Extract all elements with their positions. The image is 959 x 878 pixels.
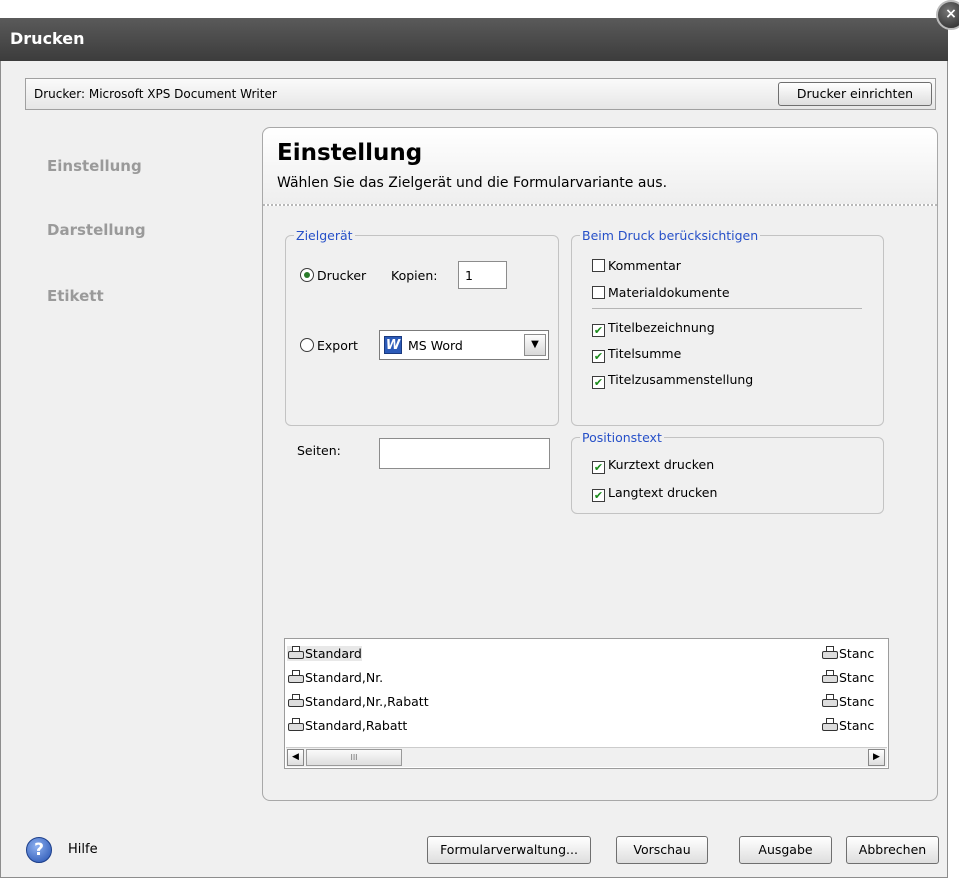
panel-header: Einstellung Wählen Sie das Zielgerät und… (263, 128, 937, 206)
printer-icon (821, 718, 839, 732)
export-radio[interactable]: Export (300, 338, 358, 353)
scroll-thumb[interactable]: III (306, 749, 402, 766)
kurztext-checkbox[interactable]: ✔ Kurztext drucken (592, 457, 714, 474)
nav-item-etikett[interactable]: Etikett (47, 287, 104, 305)
list-item[interactable]: Stanc (821, 718, 888, 733)
abbrechen-button[interactable]: Abbrechen (846, 836, 939, 864)
panel-subtitle: Wählen Sie das Zielgerät und die Formula… (277, 175, 668, 191)
dialog-title: Drucken (10, 29, 85, 48)
scroll-right-icon[interactable]: ▶ (868, 749, 885, 766)
langtext-label: Langtext drucken (608, 485, 718, 500)
formularverwaltung-button[interactable]: Formularverwaltung... (427, 836, 591, 864)
radio-unselected-icon (300, 338, 314, 352)
scroll-left-icon[interactable]: ◀ (287, 749, 304, 766)
materialdokumente-label: Materialdokumente (608, 285, 730, 300)
titelzusammenstellung-label: Titelzusammenstellung (608, 372, 754, 387)
materialdokumente-checkbox[interactable]: Materialdokumente (592, 285, 730, 300)
export-radio-label: Export (317, 338, 358, 353)
checkbox-unchecked-icon (592, 259, 605, 272)
positionstext-legend: Positionstext (582, 430, 662, 445)
help-icon[interactable]: ? (26, 837, 52, 863)
title-bar: Drucken (0, 18, 948, 61)
printer-icon (287, 694, 305, 708)
printer-icon (287, 718, 305, 732)
checkmark-icon: ✔ (592, 489, 605, 502)
checkmark-icon: ✔ (592, 324, 605, 337)
nav-item-darstellung[interactable]: Darstellung (47, 221, 146, 239)
drucker-radio-label: Drucker (317, 268, 367, 283)
printer-icon (821, 646, 839, 660)
export-format-select[interactable]: W MS Word ▼ (379, 330, 549, 360)
printer-icon (287, 646, 305, 660)
printer-setup-button[interactable]: Drucker einrichten (778, 82, 932, 106)
titelzusammenstellung-checkbox[interactable]: ✔ Titelzusammenstellung (592, 372, 753, 389)
kopien-label: Kopien: (391, 268, 438, 283)
kurztext-label: Kurztext drucken (608, 457, 715, 472)
beim-druck-legend: Beim Druck berücksichtigen (582, 228, 759, 243)
chevron-down-icon[interactable]: ▼ (524, 334, 546, 356)
checkmark-icon: ✔ (592, 350, 605, 363)
seiten-label: Seiten: (297, 443, 341, 458)
list-item[interactable]: Standard (287, 646, 362, 661)
list-item[interactable]: Stanc (821, 670, 888, 685)
kopien-input[interactable]: 1 (458, 261, 507, 289)
checkbox-unchecked-icon (592, 286, 605, 299)
zielgeraet-group: Zielgerät (285, 228, 559, 426)
nav-item-einstellung[interactable]: Einstellung (47, 157, 142, 175)
list-item[interactable]: Standard,Nr.,Rabatt (287, 694, 429, 709)
langtext-checkbox[interactable]: ✔ Langtext drucken (592, 485, 717, 502)
ausgabe-button[interactable]: Ausgabe (739, 836, 832, 864)
printer-label: Drucker: Microsoft XPS Document Writer (34, 87, 277, 101)
titelbezeichnung-label: Titelbezeichnung (608, 320, 715, 335)
kommentar-checkbox[interactable]: Kommentar (592, 258, 681, 273)
vorschau-button[interactable]: Vorschau (616, 836, 708, 864)
printer-bar: Drucker: Microsoft XPS Document Writer D… (25, 78, 936, 110)
list-item[interactable]: Stanc (821, 646, 888, 661)
titelsumme-checkbox[interactable]: ✔ Titelsumme (592, 346, 681, 363)
close-icon[interactable]: × (936, 0, 959, 30)
horizontal-scrollbar[interactable]: ◀ III ▶ (286, 747, 887, 767)
seiten-input[interactable] (379, 438, 550, 469)
checkmark-icon: ✔ (592, 376, 605, 389)
formular-list[interactable]: Standard Standard,Nr. Standard,Nr.,Rabat… (284, 638, 889, 769)
divider (592, 308, 862, 309)
checkmark-icon: ✔ (592, 461, 605, 474)
zielgeraet-legend: Zielgerät (296, 228, 353, 243)
titelsumme-label: Titelsumme (608, 346, 682, 361)
drucker-radio[interactable]: Drucker (300, 268, 366, 283)
printer-icon (287, 670, 305, 684)
list-item[interactable]: Standard,Rabatt (287, 718, 407, 733)
titelbezeichnung-checkbox[interactable]: ✔ Titelbezeichnung (592, 320, 715, 337)
printer-icon (821, 670, 839, 684)
export-format-value: MS Word (408, 338, 463, 353)
kommentar-label: Kommentar (608, 258, 681, 273)
printer-icon (821, 694, 839, 708)
list-item[interactable]: Stanc (821, 694, 888, 709)
word-icon: W (384, 336, 402, 354)
help-label[interactable]: Hilfe (68, 842, 98, 857)
panel-title: Einstellung (277, 140, 423, 166)
list-item[interactable]: Standard,Nr. (287, 670, 383, 685)
radio-selected-icon (300, 268, 314, 282)
